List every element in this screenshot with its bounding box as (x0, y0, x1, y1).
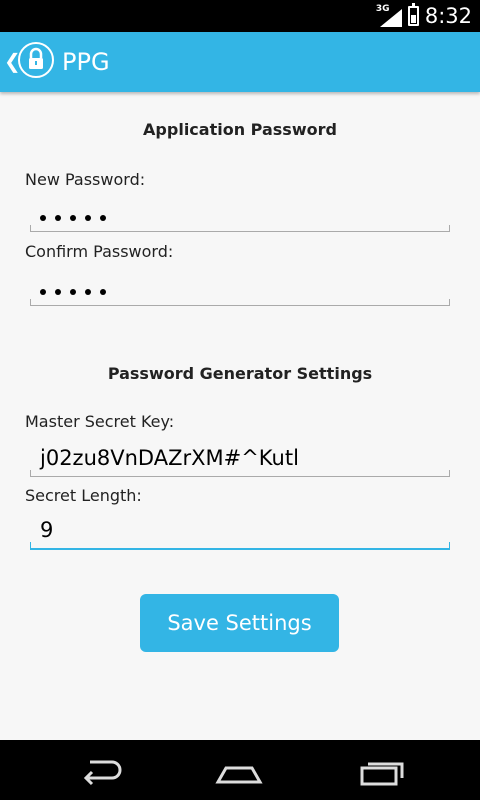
confirm-password-field[interactable] (30, 272, 450, 306)
back-icon[interactable] (76, 754, 126, 788)
save-settings-button[interactable]: Save Settings (140, 594, 339, 652)
action-bar: ❮ PPG (0, 32, 480, 92)
new-password-field[interactable] (30, 198, 450, 232)
new-password-mask (40, 215, 106, 221)
status-indicators: 3G 8:32 (376, 0, 472, 32)
app-lock-icon[interactable] (18, 42, 54, 78)
new-password-label: New Password: (25, 170, 146, 189)
secret-length-field[interactable]: 9 (30, 516, 450, 550)
application-password-heading: Application Password (143, 120, 337, 139)
app-title: PPG (62, 48, 110, 76)
confirm-password-mask (40, 289, 106, 295)
home-icon[interactable] (214, 754, 264, 788)
battery-icon (407, 3, 419, 26)
secret-length-label: Secret Length: (25, 486, 142, 505)
status-clock: 8:32 (424, 4, 472, 28)
master-key-value: j02zu8VnDAZrXM#^Kutl (40, 446, 299, 470)
status-bar: 3G 8:32 (0, 0, 480, 32)
recent-apps-icon[interactable] (356, 754, 406, 788)
master-key-field[interactable]: j02zu8VnDAZrXM#^Kutl (30, 443, 450, 477)
navigation-bar (0, 740, 480, 800)
signal-icon: 3G (376, 4, 402, 27)
master-key-label: Master Secret Key: (25, 412, 175, 431)
secret-length-value: 9 (40, 518, 54, 542)
generator-settings-heading: Password Generator Settings (107, 364, 373, 383)
confirm-password-label: Confirm Password: (25, 242, 174, 261)
